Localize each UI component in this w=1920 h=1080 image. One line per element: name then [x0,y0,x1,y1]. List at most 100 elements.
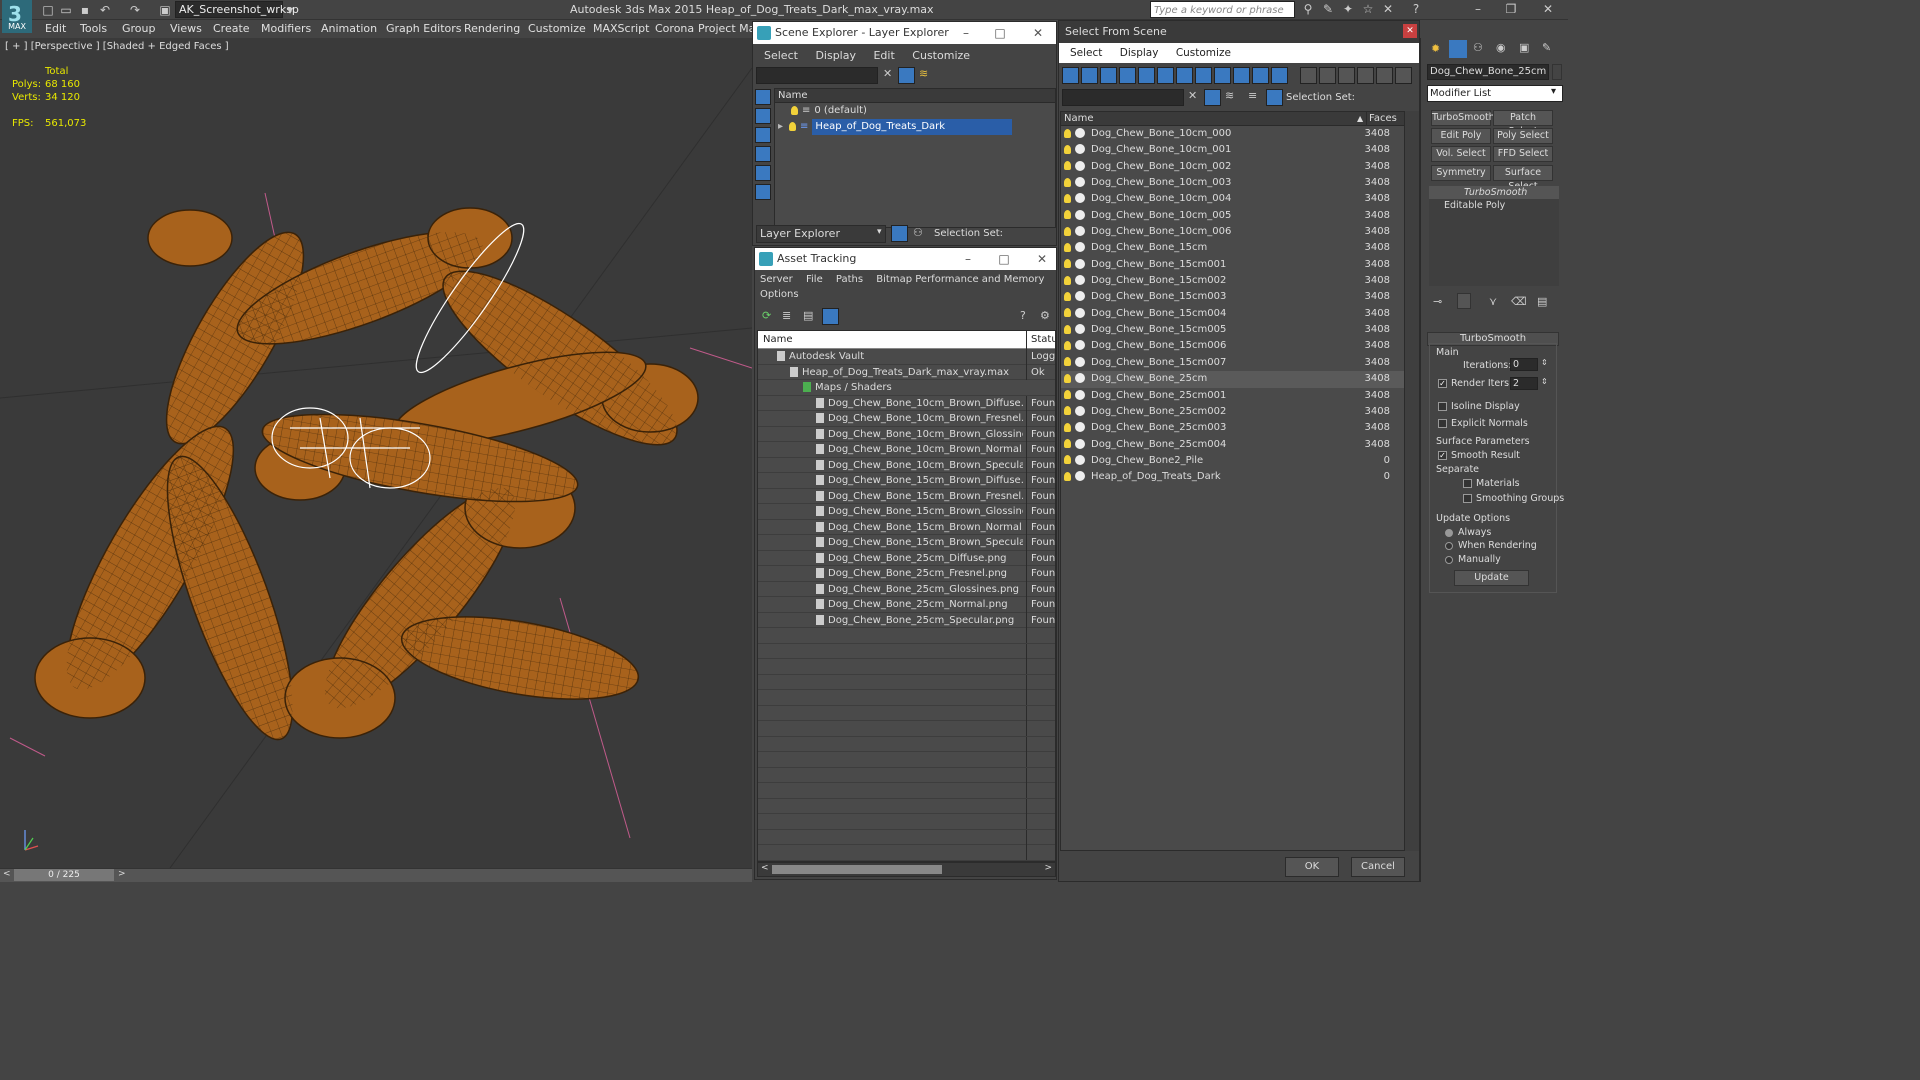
stack-item-turbosmooth[interactable]: TurboSmooth [1429,186,1559,199]
asset-row[interactable]: Dog_Chew_Bone_25cm_Diffuse.pngFound [758,550,1055,566]
save-icon[interactable]: ▪ [77,2,93,18]
se-menu-customize[interactable]: Customize [912,49,970,62]
keyword-search-input[interactable]: Type a keyword or phrase [1150,1,1295,18]
sfs-search-input[interactable] [1062,89,1184,106]
lightbulb-icon[interactable] [1064,291,1071,301]
asset-row[interactable]: Dog_Chew_Bone_15cm_Brown_Glossines....Fo… [758,504,1055,520]
menu-customize[interactable]: Customize [528,22,586,35]
chevron-down-icon[interactable]: ▾ [282,2,298,18]
project-icon[interactable]: ▣ [157,2,173,18]
stack-item-editable-poly[interactable]: Editable Poly [1429,199,1559,212]
invert-icon[interactable] [755,127,771,143]
app-logo[interactable]: 3 MAX [2,0,32,33]
scroll-left-icon[interactable]: < [761,863,769,873]
menu-rendering[interactable]: Rendering [464,22,520,35]
display-helpers-icon[interactable] [1138,67,1155,84]
layer-row-selected[interactable]: ▸ ≡ Heap_of_Dog_Treats_Dark [775,119,1055,136]
scroll-right-icon[interactable]: > [1044,863,1052,873]
modify-tab-icon[interactable] [1449,40,1467,58]
expand-arrow-icon[interactable]: ▸ [778,121,783,132]
spinner-arrows-icon[interactable]: ⇕ [1541,358,1548,367]
menu-graph-editors[interactable]: Graph Editors [386,22,462,35]
hierarchy-tab-icon[interactable]: ⚇ [1473,41,1483,54]
asset-row[interactable]: Dog_Chew_Bone_15cm_Brown_Diffuse.png Foun… [758,473,1055,489]
explorer-type-dropdown[interactable]: Layer Explorer [756,225,886,243]
asset-row[interactable]: Dog_Chew_Bone_10cm_Brown_Glossines....Fo… [758,426,1055,442]
asset-row[interactable]: Dog_Chew_Bone_25cm_Specular.pngFound [758,612,1055,628]
object-row[interactable]: Dog_Chew_Bone_10cm_000 3408 [1061,126,1404,142]
object-row[interactable]: Dog_Chew_Bone_10cm_002 3408 [1061,159,1404,175]
when-rendering-radio[interactable]: When Rendering [1445,540,1537,551]
settings-icon[interactable]: ⚙ [1040,309,1050,322]
menu-project-manager[interactable]: Project Man [698,22,753,35]
object-row[interactable]: Dog_Chew_Bone_15cm 3408 [1061,240,1404,256]
layer-stack-icon[interactable]: ≡ [1248,89,1257,102]
modifier-list-dropdown[interactable]: Modifier List [1427,85,1563,102]
symmetry-button[interactable]: Symmetry [1431,165,1491,181]
asset-row[interactable]: Dog_Chew_Bone_15cm_Brown_Specular.p...Fo… [758,535,1055,551]
sort-up-icon[interactable]: ▲ [1357,112,1363,126]
help-icon[interactable]: ? [1020,309,1026,322]
sfs-menu-customize[interactable]: Customize [1176,47,1231,59]
list-view-icon[interactable]: ≣ [782,309,791,322]
display-lights-icon[interactable] [1100,67,1117,84]
object-row[interactable]: Dog_Chew_Bone_25cm 3408 [1061,371,1404,388]
sfs-col-faces[interactable]: Faces [1366,112,1397,126]
edit-poly-button[interactable]: Edit Poly [1431,128,1491,144]
minimize-icon[interactable]: – [956,22,976,44]
materials-checkbox[interactable]: Materials [1463,478,1520,489]
viewport-label[interactable]: [ + ] [Perspective ] [Shaded + Edged Fac… [5,41,229,52]
se-menu-display[interactable]: Display [815,49,856,62]
create-tab-icon[interactable]: ✹ [1431,42,1440,55]
smoothing-groups-checkbox[interactable]: Smoothing Groups [1463,493,1564,504]
refresh-icon[interactable]: ⟳ [762,309,771,322]
table-view-icon[interactable] [822,308,839,325]
lightbulb-icon[interactable] [1064,340,1071,350]
display-groups-icon[interactable] [1176,67,1193,84]
help-icon[interactable]: ? [1408,1,1424,17]
explicit-normals-checkbox[interactable]: Explicit Normals [1438,418,1528,429]
lightbulb-icon[interactable] [1064,390,1071,399]
next-frame-icon[interactable]: > [118,869,126,879]
object-row[interactable]: Dog_Chew_Bone_15cm005 3408 [1061,322,1404,338]
spinner-arrows-icon[interactable]: ⇕ [1541,377,1548,386]
thumbnail-icon[interactable]: ▤ [803,309,813,322]
invert-display-icon[interactable] [1338,67,1355,84]
object-row[interactable]: Dog_Chew_Bone_10cm_001 3408 [1061,142,1404,158]
isoline-display-checkbox[interactable]: Isoline Display [1438,401,1520,412]
sfs-col-name[interactable]: Name [1064,113,1094,124]
undo-icon[interactable]: ↶ [97,2,113,18]
layer-view-icon[interactable] [1395,67,1412,84]
close-x-icon[interactable]: ✕ [1380,1,1396,17]
display-cameras-icon[interactable] [1119,67,1136,84]
asset-row[interactable]: Dog_Chew_Bone_15cm_Brown_Fresnel.png Foun… [758,488,1055,504]
lightbulb-icon[interactable] [1064,161,1071,171]
chevron-down-icon[interactable]: ▾ [877,227,882,237]
display-spacewarps-icon[interactable] [1157,67,1174,84]
close-icon[interactable]: ✕ [1540,1,1556,17]
prev-frame-icon[interactable]: < [3,869,11,879]
lightbulb-icon[interactable] [1064,308,1071,318]
menu-corona[interactable]: Corona [655,22,694,35]
object-row[interactable]: Dog_Chew_Bone_15cm001 3408 [1061,257,1404,273]
se-search-input[interactable] [756,67,878,84]
at-menu-paths[interactable]: Paths [836,274,863,285]
object-row[interactable]: Dog_Chew_Bone_15cm007 3408 [1061,355,1404,371]
sfs-menu-display[interactable]: Display [1120,47,1159,59]
time-slider[interactable]: 0 / 225 [14,869,114,881]
remove-modifier-icon[interactable]: ⌫ [1511,295,1527,308]
lightbulb-icon[interactable] [1064,324,1071,334]
scroll-thumb[interactable] [772,865,942,874]
star-icon[interactable]: ☆ [1360,1,1376,17]
workspace-dropdown[interactable]: AK_Screenshot_wrksp [175,1,299,18]
menu-views[interactable]: Views [170,22,202,35]
object-row[interactable]: Dog_Chew_Bone_25cm004 3408 [1061,437,1404,453]
filter-icon[interactable] [1204,89,1221,106]
menu-group[interactable]: Group [122,22,156,35]
menu-modifiers[interactable]: Modifiers [261,22,311,35]
asset-row[interactable]: Autodesk VaultLogged [758,349,1055,365]
lightbulb-icon[interactable] [1064,471,1071,481]
lightbulb-icon[interactable] [1064,177,1071,187]
tools-icon[interactable]: ✦ [1340,1,1356,17]
poly-select-button[interactable]: Poly Select [1493,128,1553,144]
